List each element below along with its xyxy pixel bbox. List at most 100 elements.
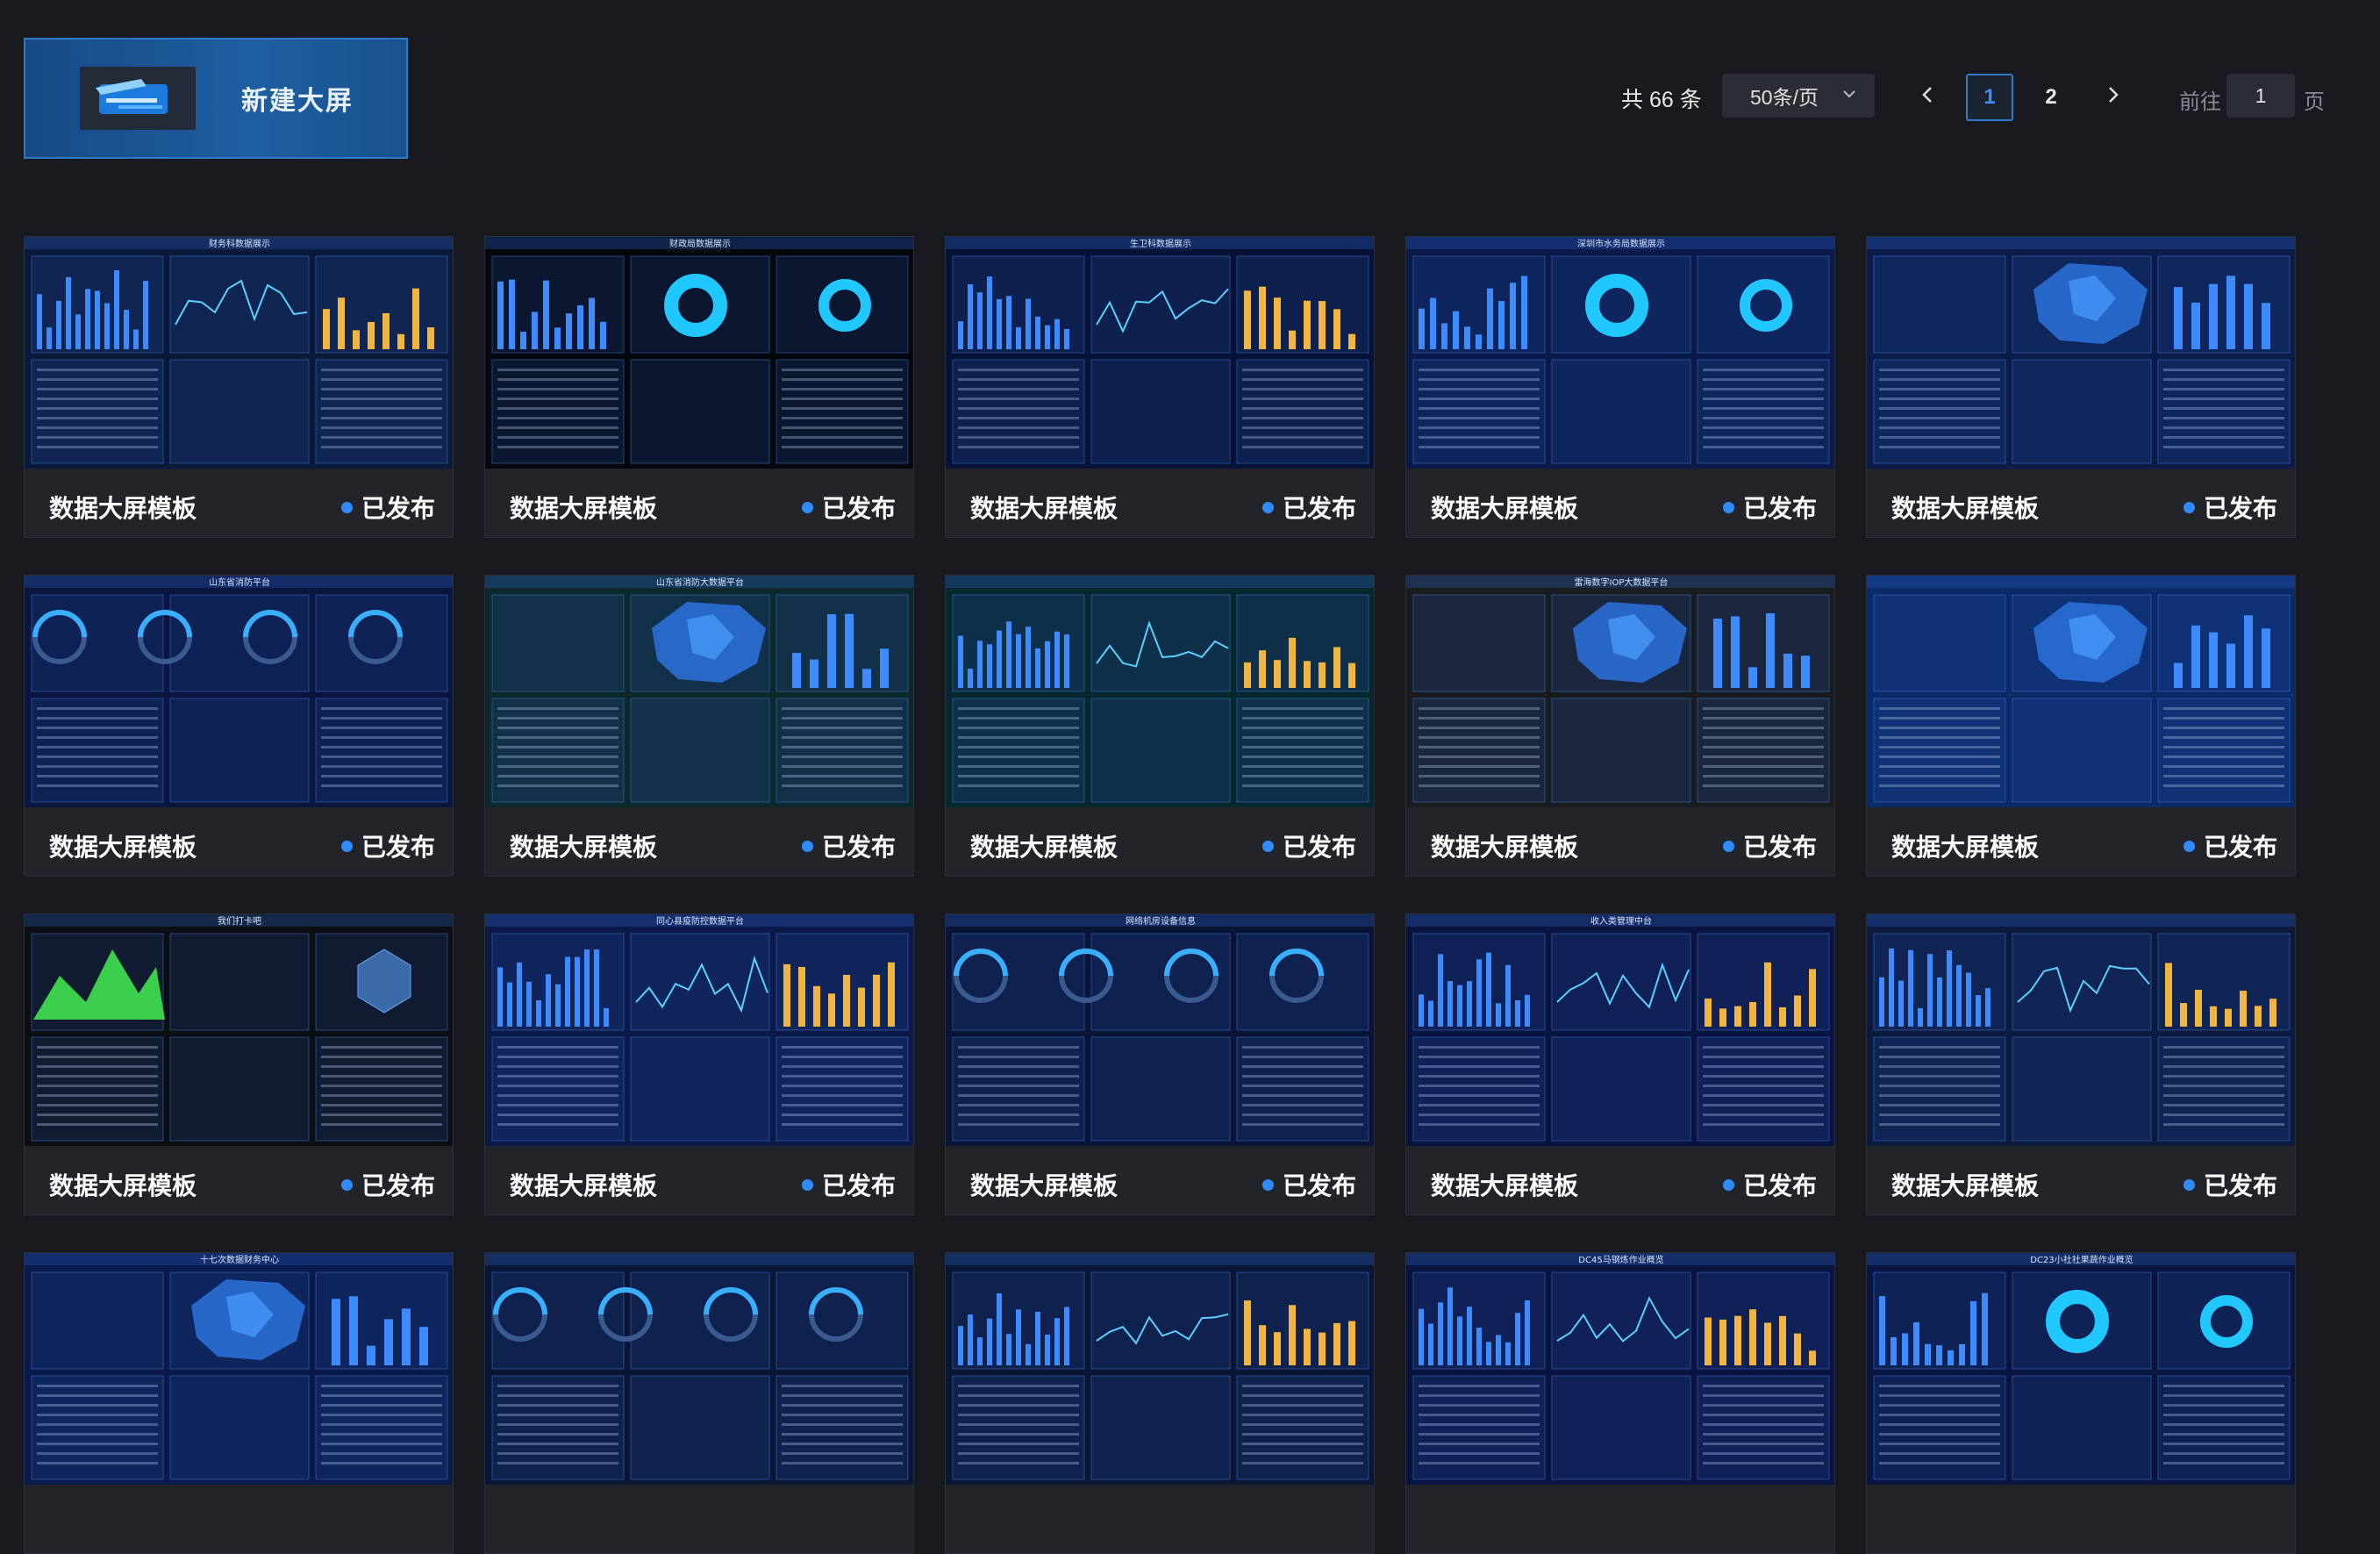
template-title: 数据大屏模板 [49,834,197,861]
status-text: 已发布 [2203,495,2277,522]
template-card[interactable]: DC45马钢炼作业概览 [1405,1252,1835,1554]
template-card[interactable]: 生卫科数据展示数据大屏模板 已发布 [945,236,1375,538]
template-preview-image: DC45马钢炼作业概览 [1406,1253,1834,1485]
status-text: 已发布 [361,1172,435,1200]
template-preview-image: 深圳市水务局数据展示 [1406,237,1834,469]
svg-text:财务科数据展示: 财务科数据展示 [209,238,270,249]
status-badge: 已发布 [1722,490,1817,525]
template-preview-image [946,1253,1374,1485]
template-card-footer: 数据大屏模板 已发布 [485,1146,913,1214]
template-preview-image: 财务科数据展示 [25,237,453,469]
status-dot-icon [340,1178,353,1191]
status-dot-icon [1261,840,1274,852]
template-card[interactable]: 收入类管理中台数据大屏模板 已发布 [1405,913,1835,1215]
status-text: 已发布 [2203,834,2277,861]
template-card[interactable]: 财政局数据展示 数据大屏模板 已发布 [484,236,914,538]
template-card[interactable]: 十七次数据财务中心 [24,1252,454,1554]
template-card[interactable]: 我们打卡吧 数据大屏模板 已发布 [24,913,454,1215]
svg-text:DC45马钢炼作业概览: DC45马钢炼作业概览 [1578,1254,1663,1265]
status-badge: 已发布 [2183,1167,2277,1202]
status-badge: 已发布 [2183,828,2277,863]
status-dot-icon [1261,1178,1274,1191]
svg-text:收入类管理中台: 收入类管理中台 [1590,915,1652,927]
status-dot-icon [801,1178,813,1191]
status-text: 已发布 [2203,1172,2277,1200]
template-card[interactable]: 山东省消防大数据平台数据大屏模板 已发布 [484,575,914,877]
template-title: 数据大屏模板 [1891,1172,2040,1200]
template-card-footer: 数据大屏模板 已发布 [1406,469,1834,537]
template-card-footer: 数据大屏模板 已发布 [1867,469,2295,537]
status-badge: 已发布 [340,1167,435,1202]
template-preview-image: 生卫科数据展示 [946,237,1374,469]
template-card[interactable]: 山东省消防平台数据大屏模板 已发布 [24,575,454,877]
page-2-button[interactable]: 2 [2027,74,2075,121]
template-title: 数据大屏模板 [1891,495,2040,522]
template-preview-image [1867,237,2295,469]
status-dot-icon [2183,840,2195,852]
template-card-footer: 数据大屏模板 已发布 [1867,1146,2295,1214]
template-card-footer: 数据大屏模板 已发布 [946,1146,1374,1214]
page-1-button[interactable]: 1 [1966,74,2013,121]
template-preview-image: DC23小社社果蔬作业概览 [1867,1253,2295,1485]
template-preview-image [485,1253,913,1485]
svg-text:DC23小社社果蔬作业概览: DC23小社社果蔬作业概览 [2030,1254,2133,1265]
next-page-icon[interactable] [2102,84,2123,105]
status-text: 已发布 [1282,495,1356,522]
status-badge: 已发布 [1261,490,1356,525]
status-text: 已发布 [1742,495,1817,522]
status-dot-icon [1261,501,1274,513]
template-card[interactable]: 数据大屏模板 已发布 [1866,575,2296,877]
template-card[interactable]: 数据大屏模板 已发布 [1866,913,2296,1215]
template-title: 数据大屏模板 [970,1172,1119,1200]
svg-text:十七次数据财务中心: 十七次数据财务中心 [200,1254,279,1265]
template-title: 数据大屏模板 [510,1172,658,1200]
template-preview-image: 网络机房设备信息 [946,914,1374,1146]
status-badge: 已发布 [2183,490,2277,525]
template-title: 数据大屏模板 [970,495,1119,522]
status-badge: 已发布 [801,828,896,863]
page-unit: 页 [2304,90,2325,114]
template-card[interactable]: 财务科数据展示 数据大屏模板 已发布 [24,236,454,538]
status-badge: 已发布 [1261,828,1356,863]
template-card[interactable]: 数据大屏模板 已发布 [945,575,1375,877]
template-preview-image: 十七次数据财务中心 [25,1253,453,1485]
status-text: 已发布 [1742,1172,1817,1200]
template-card[interactable] [945,1252,1375,1554]
template-card[interactable]: 雷海数字IOP大数据平台 数据大屏模板 已发布 [1405,575,1835,877]
svg-text:同心县疫防控数据平台: 同心县疫防控数据平台 [656,915,744,927]
status-text: 已发布 [1282,1172,1356,1200]
template-preview-image [1867,576,2295,807]
template-card-footer: 数据大屏模板 已发布 [1406,1146,1834,1214]
status-dot-icon [340,840,353,852]
status-badge: 已发布 [1261,1167,1356,1202]
svg-text:深圳市水务局数据展示: 深圳市水务局数据展示 [1577,238,1665,249]
template-title: 数据大屏模板 [1431,1172,1579,1200]
template-card[interactable]: 深圳市水务局数据展示数据大屏模板 已发布 [1405,236,1835,538]
prev-page-icon[interactable] [1918,84,1939,105]
status-text: 已发布 [821,834,896,861]
svg-text:山东省消防平台: 山东省消防平台 [209,576,270,588]
page-size-select[interactable]: 50条/页 [1722,74,1875,118]
template-title: 数据大屏模板 [510,495,658,522]
template-title: 数据大屏模板 [1431,834,1579,861]
status-badge: 已发布 [801,490,896,525]
goto-page-input[interactable]: 1 [2226,74,2295,118]
status-dot-icon [1722,1178,1734,1191]
status-badge: 已发布 [1722,1167,1817,1202]
template-preview-image: 山东省消防大数据平台 [485,576,913,807]
status-text: 已发布 [361,834,435,861]
template-title: 数据大屏模板 [1891,834,2040,861]
template-card[interactable]: 网络机房设备信息数据大屏模板 已发布 [945,913,1375,1215]
template-card[interactable] [484,1252,914,1554]
status-text: 已发布 [821,495,896,522]
template-title: 数据大屏模板 [510,834,658,861]
svg-text:网络机房设备信息: 网络机房设备信息 [1126,915,1196,927]
template-card[interactable]: DC23小社社果蔬作业概览 [1866,1252,2296,1554]
template-card[interactable]: 同心县疫防控数据平台数据大屏模板 已发布 [484,913,914,1215]
template-card[interactable]: 数据大屏模板 已发布 [1866,236,2296,538]
template-card-footer: 数据大屏模板 已发布 [946,469,1374,537]
template-card-footer: 数据大屏模板 已发布 [485,807,913,876]
status-dot-icon [1722,840,1734,852]
status-text: 已发布 [361,495,435,522]
status-text: 已发布 [821,1172,896,1200]
